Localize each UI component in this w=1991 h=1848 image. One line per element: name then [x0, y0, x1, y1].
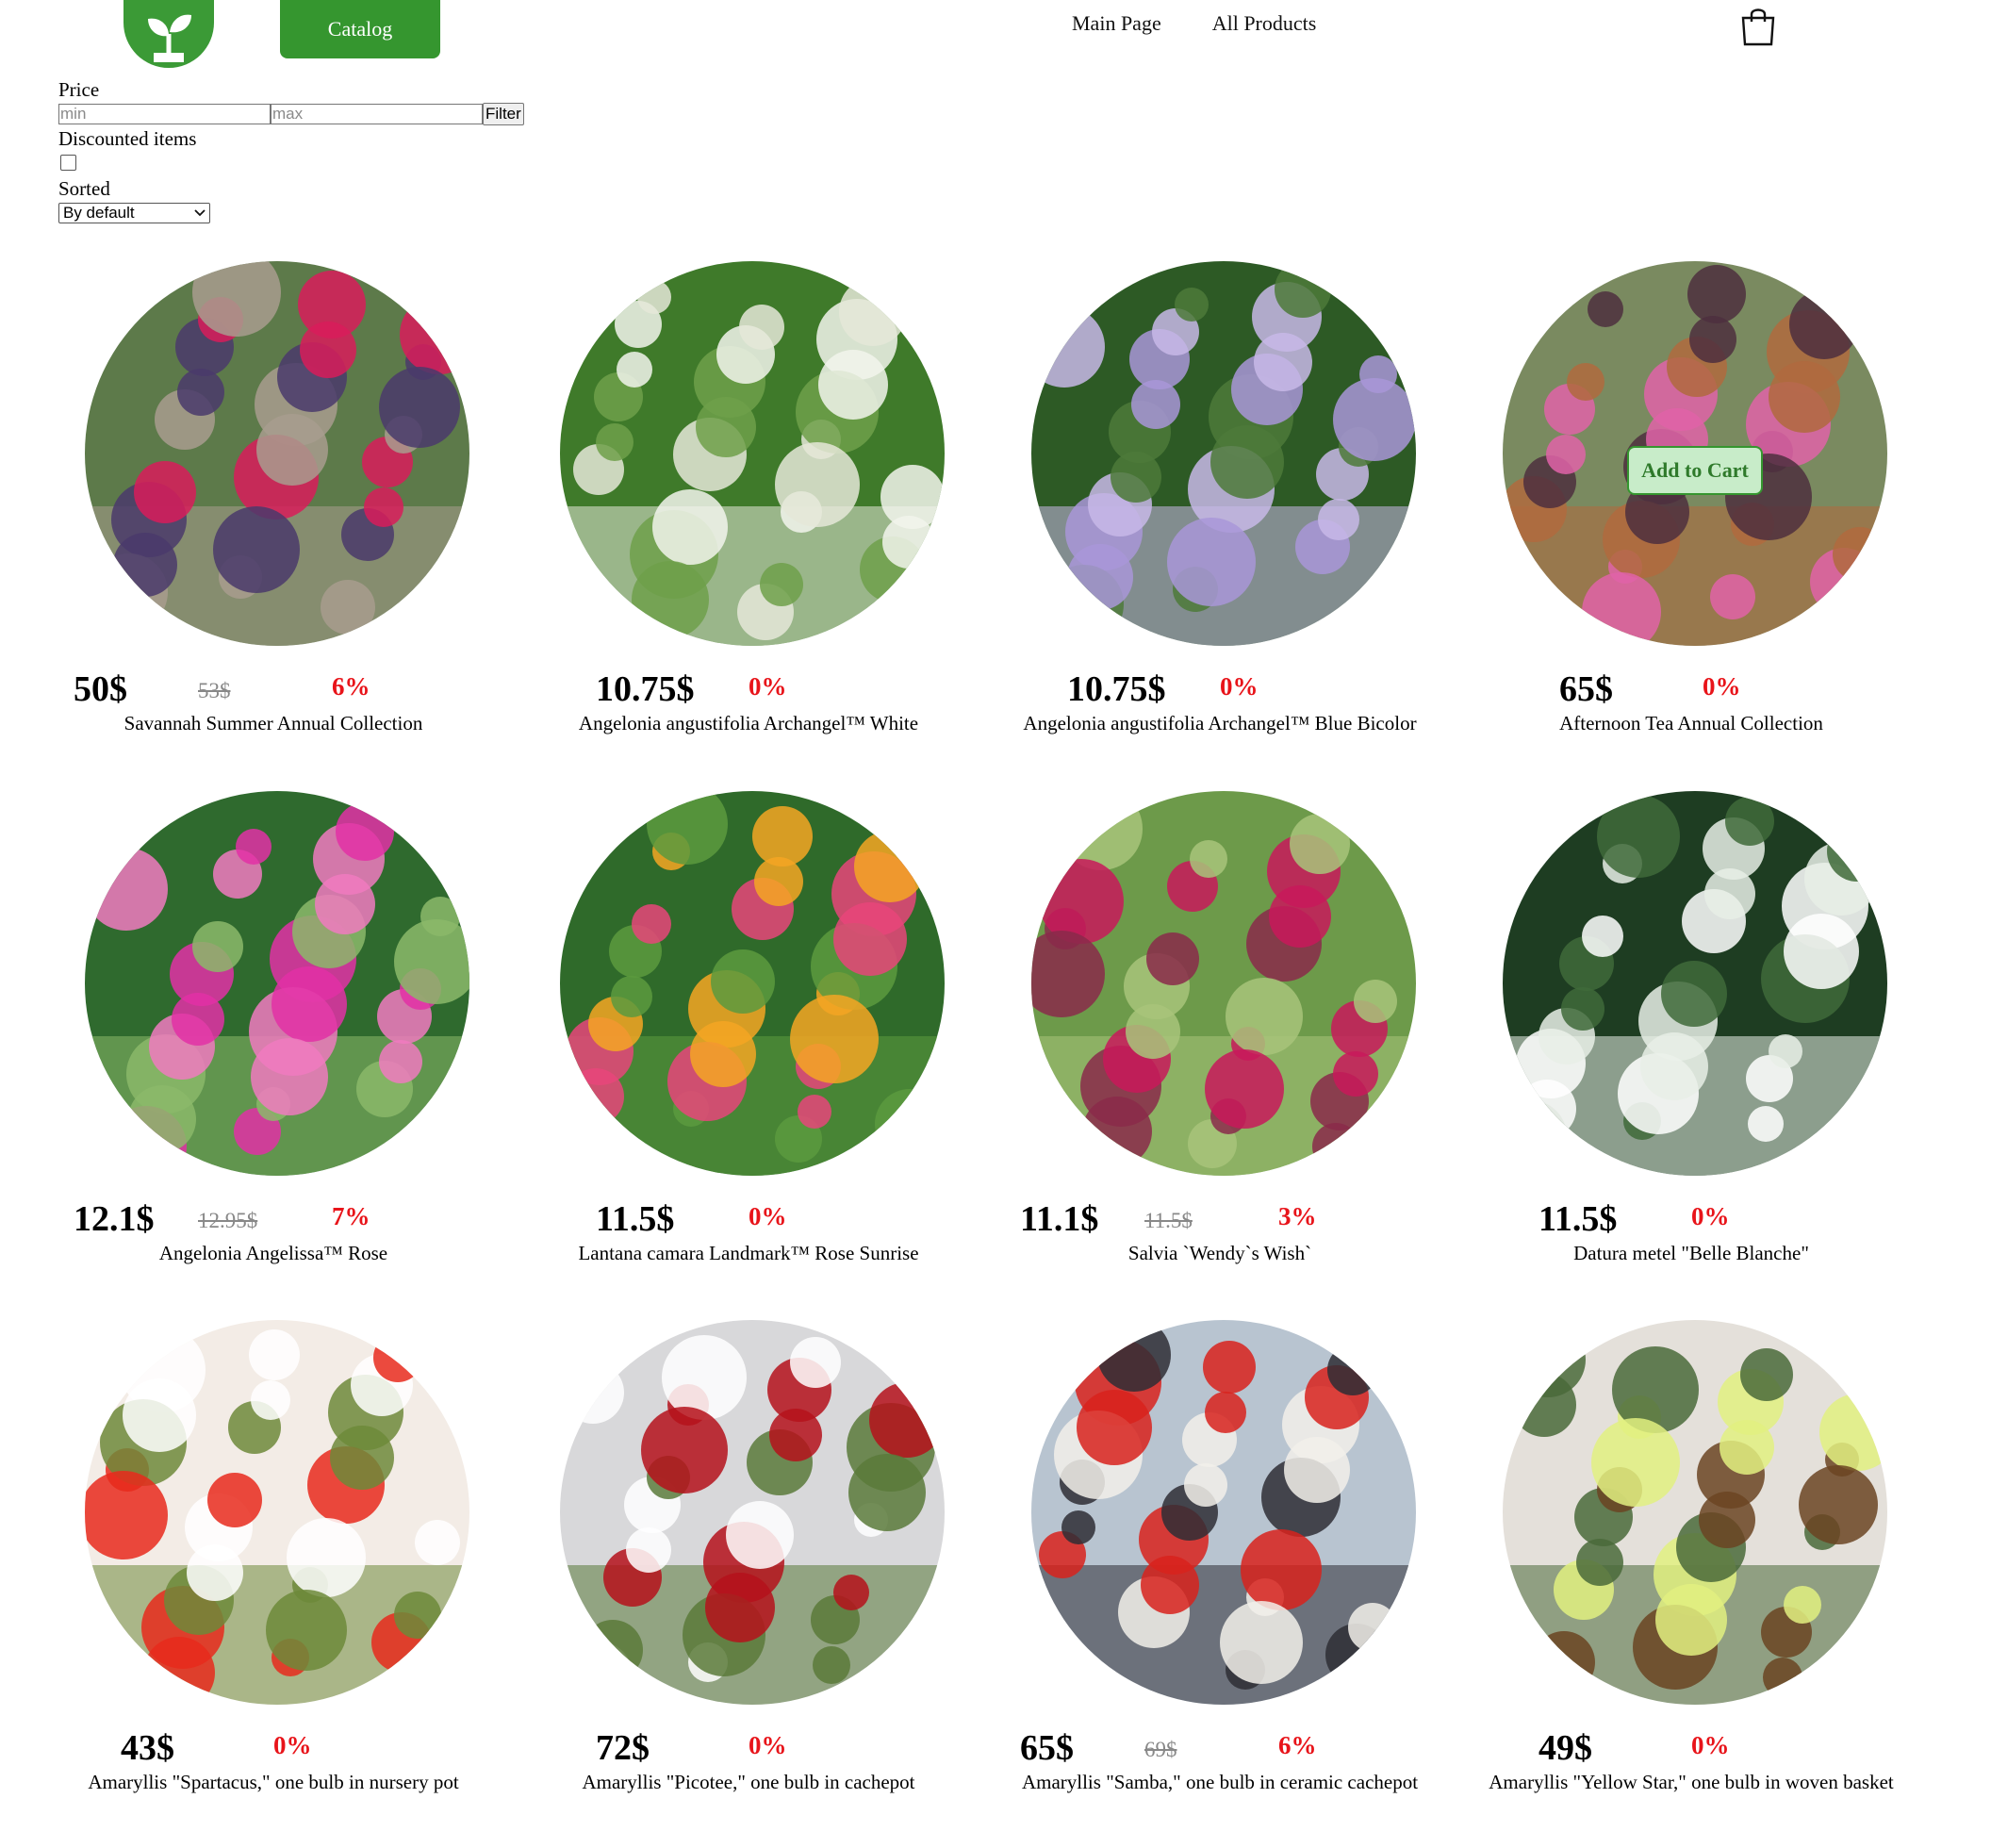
- product-card[interactable]: 50$ 53$ 6% Savannah Summer Annual Collectio…: [38, 261, 509, 789]
- product-name[interactable]: Amaryllis "Yellow Star," one bulb in wov…: [1456, 1771, 1927, 1794]
- product-name[interactable]: Angelonia angustifolia Archangel™ White: [513, 712, 984, 735]
- product-image[interactable]: [560, 261, 945, 646]
- product-discount: 0%: [1703, 672, 1741, 701]
- product-card[interactable]: 10.75$ 0% Angelonia angustifolia Archangel…: [513, 261, 984, 789]
- product-name[interactable]: Afternoon Tea Annual Collection: [1456, 712, 1927, 735]
- product-old-price: 53$: [198, 679, 231, 702]
- product-card[interactable]: 11.1$ 11.5$ 3% Salvia `Wendy`s Wish`: [984, 791, 1456, 1319]
- product-price: 12.1$: [74, 1199, 155, 1239]
- product-image[interactable]: [1031, 791, 1416, 1176]
- filter-panel: Price Filter Discounted items Sorted By …: [58, 77, 524, 223]
- product-image[interactable]: [1503, 1320, 1887, 1705]
- product-price: 11.5$: [596, 1199, 675, 1239]
- product-card[interactable]: 65$ 0% Afternoon Tea Annual Collection Add …: [1456, 261, 1927, 789]
- product-discount: 0%: [749, 1731, 787, 1759]
- product-card[interactable]: 49$ 0% Amaryllis "Yellow Star," one bulb i…: [1456, 1320, 1927, 1848]
- price-label: Price: [58, 78, 100, 101]
- product-name[interactable]: Angelonia Angelissa™ Rose: [38, 1242, 509, 1265]
- product-price: 11.1$: [1020, 1199, 1099, 1239]
- product-old-price: 11.5$: [1144, 1209, 1193, 1232]
- logo[interactable]: [123, 0, 214, 68]
- product-discount: 0%: [749, 672, 787, 701]
- product-price: 10.75$: [1067, 669, 1166, 709]
- product-price: 10.75$: [596, 669, 695, 709]
- price-range: Filter: [58, 102, 524, 126]
- product-card[interactable]: 43$ 0% Amaryllis "Spartacus," one bulb in …: [38, 1320, 509, 1848]
- max-price-input[interactable]: [271, 104, 483, 124]
- sort-select-value: By default: [63, 204, 135, 222]
- product-image[interactable]: [1031, 261, 1416, 646]
- sprout-icon: [148, 14, 191, 62]
- discounted-label: Discounted items: [58, 127, 197, 150]
- product-discount: 0%: [273, 1731, 312, 1759]
- product-price: 49$: [1538, 1728, 1592, 1768]
- product-discount: 0%: [1220, 672, 1259, 701]
- product-price: 11.5$: [1538, 1199, 1618, 1239]
- product-card[interactable]: 12.1$ 12.95$ 7% Angelonia Angelissa™ Rose: [38, 791, 509, 1319]
- product-image[interactable]: [1031, 1320, 1416, 1705]
- filter-button[interactable]: Filter: [483, 103, 524, 125]
- add-to-cart-button[interactable]: Add to Cart: [1627, 446, 1763, 495]
- product-discount: 0%: [1691, 1202, 1730, 1230]
- product-discount: 7%: [332, 1202, 370, 1230]
- product-price: 72$: [596, 1728, 650, 1768]
- product-card[interactable]: 72$ 0% Amaryllis "Picotee," one bulb in ca…: [513, 1320, 984, 1848]
- product-discount: 6%: [332, 672, 370, 701]
- product-image[interactable]: [85, 791, 469, 1176]
- product-image[interactable]: [560, 791, 945, 1176]
- product-name[interactable]: Angelonia angustifolia Archangel™ Blue B…: [984, 712, 1456, 735]
- product-old-price: 69$: [1144, 1738, 1177, 1761]
- product-card[interactable]: 65$ 69$ 6% Amaryllis "Samba," one bulb in c…: [984, 1320, 1456, 1848]
- sorted-label: Sorted: [58, 177, 110, 200]
- product-name[interactable]: Amaryllis "Spartacus," one bulb in nurse…: [38, 1771, 509, 1794]
- product-name[interactable]: Datura metel "Belle Blanche": [1456, 1242, 1927, 1265]
- discounted-checkbox[interactable]: [60, 155, 76, 171]
- product-card[interactable]: 11.5$ 0% Lantana camara Landmark™ Rose Sun…: [513, 791, 984, 1319]
- catalog-button[interactable]: Catalog: [280, 0, 440, 58]
- product-price: 50$: [74, 669, 127, 709]
- product-name[interactable]: Salvia `Wendy`s Wish`: [984, 1242, 1456, 1265]
- product-discount: 3%: [1278, 1202, 1317, 1230]
- product-discount: 6%: [1278, 1731, 1317, 1759]
- product-name[interactable]: Amaryllis "Samba," one bulb in ceramic c…: [984, 1771, 1456, 1794]
- product-price: 43$: [121, 1728, 174, 1768]
- min-price-input[interactable]: [58, 104, 271, 124]
- product-card[interactable]: 10.75$ 0% Angelonia angustifolia Archangel…: [984, 261, 1456, 789]
- product-card[interactable]: 11.5$ 0% Datura metel "Belle Blanche": [1456, 791, 1927, 1319]
- product-price: 65$: [1559, 669, 1613, 709]
- product-image[interactable]: [1503, 791, 1887, 1176]
- product-discount: 0%: [749, 1202, 787, 1230]
- site-header: Catalog Main Page All Products: [0, 0, 1991, 80]
- chevron-down-icon: [194, 209, 206, 217]
- product-name[interactable]: Lantana camara Landmark™ Rose Sunrise: [513, 1242, 984, 1265]
- shopping-bag-icon[interactable]: [1739, 5, 1777, 46]
- product-image[interactable]: [85, 261, 469, 646]
- product-name[interactable]: Amaryllis "Picotee," one bulb in cachepo…: [513, 1771, 984, 1794]
- product-image[interactable]: [85, 1320, 469, 1705]
- product-image[interactable]: [560, 1320, 945, 1705]
- product-price: 65$: [1020, 1728, 1074, 1768]
- nav-all-products[interactable]: All Products: [1212, 11, 1317, 36]
- sort-select[interactable]: By default: [58, 203, 210, 223]
- product-discount: 0%: [1691, 1731, 1730, 1759]
- main-nav: Main Page All Products: [1072, 11, 1316, 36]
- product-name[interactable]: Savannah Summer Annual Collection: [38, 712, 509, 735]
- product-old-price: 12.95$: [198, 1209, 258, 1232]
- nav-main-page[interactable]: Main Page: [1072, 11, 1161, 36]
